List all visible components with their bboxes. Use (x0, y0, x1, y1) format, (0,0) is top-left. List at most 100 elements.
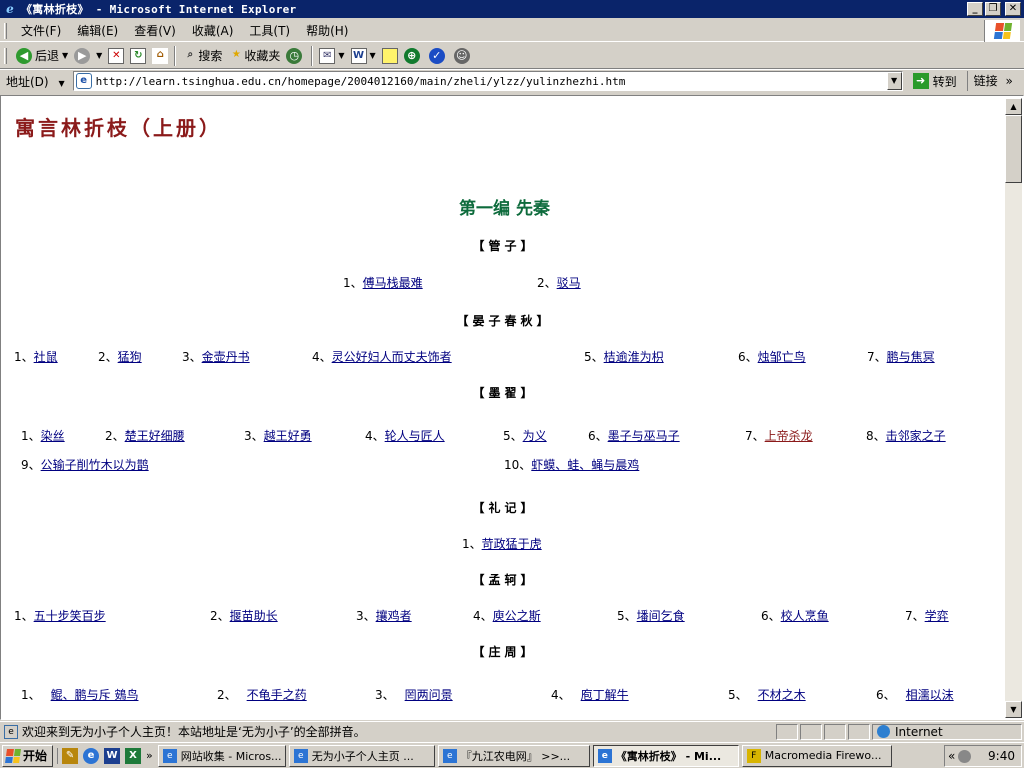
story-link[interactable]: 相濡以沫 (906, 688, 954, 702)
story-link[interactable]: 上帝杀龙 (765, 429, 813, 443)
item-number: 9、 (21, 458, 41, 472)
story-link[interactable]: 揠苗助长 (230, 609, 278, 623)
clock[interactable]: 9:40 (988, 749, 1015, 763)
story-link[interactable]: 驳马 (557, 276, 581, 290)
story-link[interactable]: 社鼠 (34, 350, 58, 364)
story-link[interactable]: 苛政猛于虎 (482, 537, 542, 551)
pencil-icon[interactable]: ✎ (62, 747, 79, 764)
chevron-right-icon[interactable]: » (1005, 74, 1012, 88)
story-link[interactable]: 学弈 (925, 609, 949, 623)
refresh-button[interactable]: ↻ (127, 45, 149, 67)
scroll-up-button[interactable]: ▲ (1005, 98, 1022, 115)
story-link[interactable]: 鲲、鹏与斥 鴳鸟 (51, 688, 139, 702)
forward-arrow-icon: ▶ (74, 47, 91, 64)
story-link[interactable]: 墨子与巫马子 (608, 429, 680, 443)
story-link[interactable]: 虾蟆、蛙、蝇与晨鸡 (531, 458, 639, 472)
back-button[interactable]: ◀ 后退 ▼ (13, 45, 71, 67)
note-button[interactable] (379, 45, 401, 67)
dropdown-arrow-icon[interactable]: ▼ (58, 79, 64, 88)
home-button[interactable]: ⌂ (149, 45, 171, 67)
word-icon[interactable]: W (104, 747, 121, 764)
history-button[interactable]: ◷ (283, 45, 308, 67)
dropdown-arrow-icon[interactable]: ▼ (62, 51, 68, 60)
close-button[interactable]: ✕ (1005, 2, 1021, 16)
messenger-button[interactable]: ✓ (426, 45, 451, 67)
story-link[interactable]: 灵公好妇人而丈夫饰者 (332, 350, 452, 364)
dropdown-arrow-icon[interactable]: ▼ (338, 51, 344, 60)
menu-favorites[interactable]: 收藏(A) (184, 22, 242, 40)
minimize-button[interactable]: _ (967, 2, 983, 16)
story-link[interactable]: 不龟手之药 (247, 688, 307, 702)
story-link[interactable]: 不材之木 (758, 688, 806, 702)
search-button[interactable]: ⌕ 搜索 (179, 45, 225, 67)
volume-icon[interactable] (958, 749, 972, 763)
windows-logo-icon (993, 23, 1012, 39)
story-link[interactable]: 烛邹亡鸟 (758, 350, 806, 364)
story-link[interactable]: 庖丁解牛 (581, 688, 629, 702)
excel-icon[interactable]: X (125, 747, 142, 764)
story-link[interactable]: 轮人与匠人 (385, 429, 445, 443)
story-link[interactable]: 为义 (523, 429, 547, 443)
vertical-scrollbar[interactable]: ▲ ▼ (1005, 98, 1022, 718)
menu-help[interactable]: 帮助(H) (298, 22, 356, 40)
story-link[interactable]: 罔两问景 (405, 688, 453, 702)
menu-tools[interactable]: 工具(T) (241, 22, 298, 40)
story-link[interactable]: 金壶丹书 (202, 350, 250, 364)
story-link[interactable]: 攘鸡者 (376, 609, 412, 623)
forward-button[interactable]: ▶ ▼ (71, 45, 105, 67)
story-link[interactable]: 击邻家之子 (886, 429, 946, 443)
plugin-button[interactable]: ⊕ (401, 45, 426, 67)
story-link[interactable]: 越王好勇 (264, 429, 312, 443)
menu-edit[interactable]: 编辑(E) (69, 22, 126, 40)
address-dropdown-button[interactable]: ▼ (886, 72, 902, 90)
start-button[interactable]: 开始 (2, 744, 54, 767)
toolbar-grip[interactable] (4, 22, 7, 39)
dropdown-arrow-icon[interactable]: ▼ (370, 51, 376, 60)
item-number: 1、 (21, 688, 41, 702)
story-link[interactable]: 公输子削竹木以为鹊 (41, 458, 149, 472)
story-link[interactable]: 傅马栈最难 (363, 276, 423, 290)
zone-label: Internet (895, 724, 943, 739)
scroll-thumb[interactable] (1005, 115, 1022, 183)
stop-button[interactable]: ✕ (105, 45, 127, 67)
mail-button[interactable]: ✉ ▼ (316, 45, 347, 67)
security-zone[interactable]: Internet (872, 723, 1022, 740)
dropdown-arrow-icon[interactable]: ▼ (96, 51, 102, 60)
item-number: 1、 (14, 609, 34, 623)
story-link[interactable]: 五十步笑百步 (34, 609, 106, 623)
menu-file[interactable]: 文件(F) (13, 22, 69, 40)
list-item: 4、轮人与匠人 (365, 427, 445, 444)
story-link[interactable]: 楚王好细腰 (125, 429, 185, 443)
toolbar-grip[interactable] (4, 47, 7, 64)
contact-button[interactable]: ☺ (451, 45, 476, 67)
taskbar-button-active[interactable]: e 《寓林折枝》 - Mi... (592, 744, 739, 767)
status-bar: e 欢迎来到无为小子个人主页！本站地址是‘无为小子’的全部拼音。 Interne… (0, 721, 1024, 741)
address-input[interactable]: e http://learn.tsinghua.edu.cn/homepage/… (72, 71, 903, 91)
story-link[interactable]: 庾公之斯 (493, 609, 541, 623)
maximize-button[interactable]: ❐ (985, 2, 1001, 16)
ie-icon[interactable]: e (83, 747, 100, 764)
word-button[interactable]: W ▼ (348, 45, 379, 67)
story-link[interactable]: 校人烹鱼 (781, 609, 829, 623)
scroll-down-button[interactable]: ▼ (1005, 701, 1022, 718)
system-tray: « 9:40 (944, 745, 1022, 767)
address-url[interactable]: http://learn.tsinghua.edu.cn/homepage/20… (96, 75, 887, 88)
menu-view[interactable]: 查看(V) (126, 22, 184, 40)
story-link[interactable]: 染丝 (41, 429, 65, 443)
chevron-right-icon[interactable]: » (146, 749, 153, 762)
taskbar-button[interactable]: e 『九江农电网』 >>... (437, 744, 590, 767)
story-link[interactable]: 桔逾淮为枳 (604, 350, 664, 364)
story-link[interactable]: 墦间乞食 (637, 609, 685, 623)
story-link[interactable]: 鹏与焦冥 (887, 350, 935, 364)
story-link[interactable]: 猛狗 (118, 350, 142, 364)
links-button[interactable]: 链接 » (966, 71, 1013, 91)
go-button[interactable]: ➜ 转到 (909, 71, 961, 91)
taskbar-button[interactable]: e 无为小子个人主页 ... (288, 744, 435, 767)
ie-icon: e (442, 748, 457, 763)
favorites-button[interactable]: ★ 收藏夹 (225, 45, 283, 67)
tray-expand-button[interactable]: « (948, 749, 955, 763)
internet-globe-icon (877, 725, 890, 738)
taskbar-button[interactable]: e 网站收集 - Micros... (157, 744, 286, 767)
taskbar-button[interactable]: F Macromedia Firewo... (741, 744, 892, 767)
address-label[interactable]: 地址(D) ▼ (0, 73, 69, 90)
